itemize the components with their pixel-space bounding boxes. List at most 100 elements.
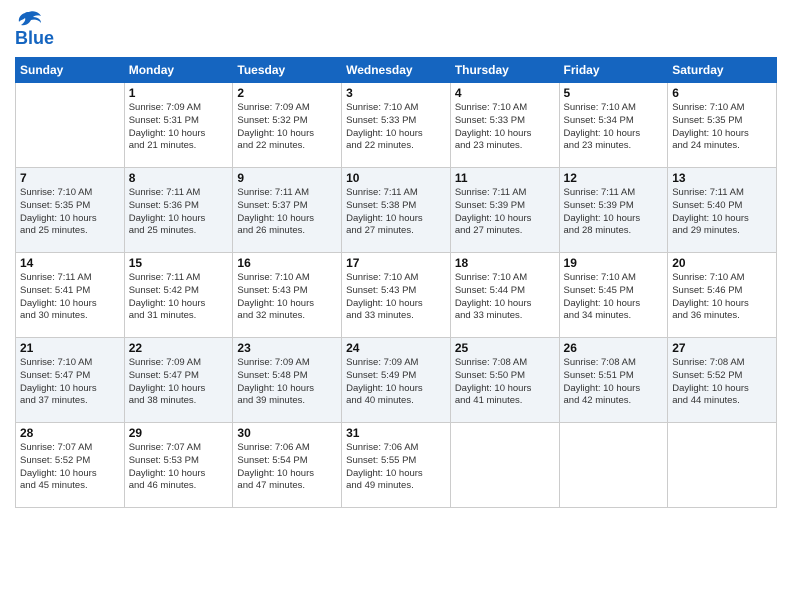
week-row-3: 14Sunrise: 7:11 AM Sunset: 5:41 PM Dayli… [16, 253, 777, 338]
weekday-header-tuesday: Tuesday [233, 58, 342, 83]
day-number: 28 [20, 426, 120, 440]
header: Blue [15, 10, 777, 49]
calendar-cell: 13 Sunrise: 7:11 AM Sunset: 5:40 PM Dayli… [668, 168, 777, 253]
day-number: 2 [237, 86, 337, 100]
cell-info: Sunrise: 7:06 AM Sunset: 5:55 PM Dayligh… [346, 442, 423, 491]
calendar-cell: 19 Sunrise: 7:10 AM Sunset: 5:45 PM Dayli… [559, 253, 668, 338]
logo: Blue [15, 10, 54, 49]
day-number: 22 [129, 341, 229, 355]
cell-info: Sunrise: 7:10 AM Sunset: 5:35 PM Dayligh… [672, 102, 749, 151]
cell-info: Sunrise: 7:11 AM Sunset: 5:40 PM Dayligh… [672, 187, 749, 236]
calendar-cell: 28 Sunrise: 7:07 AM Sunset: 5:52 PM Dayli… [16, 423, 125, 508]
calendar-cell: 4Sunrise: 7:10 AM Sunset: 5:33 PM Daylig… [450, 83, 559, 168]
cell-info: Sunrise: 7:09 AM Sunset: 5:49 PM Dayligh… [346, 357, 423, 406]
calendar-cell: 25Sunrise: 7:08 AM Sunset: 5:50 PM Dayli… [450, 338, 559, 423]
day-number: 16 [237, 256, 337, 270]
calendar-cell: 24 Sunrise: 7:09 AM Sunset: 5:49 PM Dayli… [342, 338, 451, 423]
cell-info: Sunrise: 7:06 AM Sunset: 5:54 PM Dayligh… [237, 442, 314, 491]
calendar-cell: 2 Sunrise: 7:09 AM Sunset: 5:32 PM Daylig… [233, 83, 342, 168]
calendar-cell: 7Sunrise: 7:10 AM Sunset: 5:35 PM Daylig… [16, 168, 125, 253]
calendar-cell: 18 Sunrise: 7:10 AM Sunset: 5:44 PM Dayli… [450, 253, 559, 338]
cell-info: Sunrise: 7:10 AM Sunset: 5:35 PM Dayligh… [20, 187, 97, 236]
calendar-cell: 27Sunrise: 7:08 AM Sunset: 5:52 PM Dayli… [668, 338, 777, 423]
weekday-header-saturday: Saturday [668, 58, 777, 83]
cell-info: Sunrise: 7:11 AM Sunset: 5:39 PM Dayligh… [564, 187, 641, 236]
day-number: 17 [346, 256, 446, 270]
cell-info: Sunrise: 7:09 AM Sunset: 5:47 PM Dayligh… [129, 357, 206, 406]
day-number: 24 [346, 341, 446, 355]
cell-info: Sunrise: 7:10 AM Sunset: 5:45 PM Dayligh… [564, 272, 641, 321]
cell-info: Sunrise: 7:07 AM Sunset: 5:53 PM Dayligh… [129, 442, 206, 491]
day-number: 1 [129, 86, 229, 100]
weekday-header-monday: Monday [124, 58, 233, 83]
cell-info: Sunrise: 7:09 AM Sunset: 5:48 PM Dayligh… [237, 357, 314, 406]
calendar-cell: 5 Sunrise: 7:10 AM Sunset: 5:34 PM Daylig… [559, 83, 668, 168]
calendar-cell [16, 83, 125, 168]
day-number: 20 [672, 256, 772, 270]
calendar-cell: 14Sunrise: 7:11 AM Sunset: 5:41 PM Dayli… [16, 253, 125, 338]
calendar-cell: 29 Sunrise: 7:07 AM Sunset: 5:53 PM Dayli… [124, 423, 233, 508]
cell-info: Sunrise: 7:10 AM Sunset: 5:43 PM Dayligh… [237, 272, 314, 321]
day-number: 13 [672, 171, 772, 185]
day-number: 19 [564, 256, 664, 270]
cell-info: Sunrise: 7:07 AM Sunset: 5:52 PM Dayligh… [20, 442, 97, 491]
calendar-table: SundayMondayTuesdayWednesdayThursdayFrid… [15, 57, 777, 508]
cell-info: Sunrise: 7:09 AM Sunset: 5:31 PM Dayligh… [129, 102, 206, 151]
day-number: 3 [346, 86, 446, 100]
calendar-cell [559, 423, 668, 508]
cell-info: Sunrise: 7:11 AM Sunset: 5:37 PM Dayligh… [237, 187, 314, 236]
calendar-cell: 31 Sunrise: 7:06 AM Sunset: 5:55 PM Dayli… [342, 423, 451, 508]
cell-info: Sunrise: 7:11 AM Sunset: 5:36 PM Dayligh… [129, 187, 206, 236]
day-number: 29 [129, 426, 229, 440]
calendar-cell: 16 Sunrise: 7:10 AM Sunset: 5:43 PM Dayli… [233, 253, 342, 338]
day-number: 5 [564, 86, 664, 100]
cell-info: Sunrise: 7:11 AM Sunset: 5:38 PM Dayligh… [346, 187, 423, 236]
day-number: 14 [20, 256, 120, 270]
calendar-cell: 15 Sunrise: 7:11 AM Sunset: 5:42 PM Dayli… [124, 253, 233, 338]
cell-info: Sunrise: 7:10 AM Sunset: 5:47 PM Dayligh… [20, 357, 97, 406]
calendar-cell: 26 Sunrise: 7:08 AM Sunset: 5:51 PM Dayli… [559, 338, 668, 423]
week-row-5: 28 Sunrise: 7:07 AM Sunset: 5:52 PM Dayli… [16, 423, 777, 508]
cell-info: Sunrise: 7:11 AM Sunset: 5:39 PM Dayligh… [455, 187, 532, 236]
calendar-cell: 12 Sunrise: 7:11 AM Sunset: 5:39 PM Dayli… [559, 168, 668, 253]
cell-info: Sunrise: 7:11 AM Sunset: 5:42 PM Dayligh… [129, 272, 206, 321]
cell-info: Sunrise: 7:10 AM Sunset: 5:33 PM Dayligh… [455, 102, 532, 151]
day-number: 8 [129, 171, 229, 185]
week-row-1: 1 Sunrise: 7:09 AM Sunset: 5:31 PM Daylig… [16, 83, 777, 168]
cell-info: Sunrise: 7:10 AM Sunset: 5:44 PM Dayligh… [455, 272, 532, 321]
day-number: 6 [672, 86, 772, 100]
logo-blue-label: Blue [15, 28, 54, 49]
day-number: 18 [455, 256, 555, 270]
day-number: 15 [129, 256, 229, 270]
weekday-header-sunday: Sunday [16, 58, 125, 83]
cell-info: Sunrise: 7:10 AM Sunset: 5:46 PM Dayligh… [672, 272, 749, 321]
calendar-cell: 20 Sunrise: 7:10 AM Sunset: 5:46 PM Dayli… [668, 253, 777, 338]
cell-info: Sunrise: 7:08 AM Sunset: 5:50 PM Dayligh… [455, 357, 532, 406]
page: Blue SundayMondayTuesdayWednesdayThursda… [0, 0, 792, 612]
calendar-cell: 3Sunrise: 7:10 AM Sunset: 5:33 PM Daylig… [342, 83, 451, 168]
cell-info: Sunrise: 7:08 AM Sunset: 5:51 PM Dayligh… [564, 357, 641, 406]
day-number: 11 [455, 171, 555, 185]
day-number: 26 [564, 341, 664, 355]
weekday-header-row: SundayMondayTuesdayWednesdayThursdayFrid… [16, 58, 777, 83]
cell-info: Sunrise: 7:10 AM Sunset: 5:43 PM Dayligh… [346, 272, 423, 321]
calendar-cell: 6 Sunrise: 7:10 AM Sunset: 5:35 PM Daylig… [668, 83, 777, 168]
week-row-4: 21 Sunrise: 7:10 AM Sunset: 5:47 PM Dayli… [16, 338, 777, 423]
cell-info: Sunrise: 7:10 AM Sunset: 5:34 PM Dayligh… [564, 102, 641, 151]
calendar-cell: 10 Sunrise: 7:11 AM Sunset: 5:38 PM Dayli… [342, 168, 451, 253]
day-number: 21 [20, 341, 120, 355]
day-number: 9 [237, 171, 337, 185]
calendar-cell: 30 Sunrise: 7:06 AM Sunset: 5:54 PM Dayli… [233, 423, 342, 508]
week-row-2: 7Sunrise: 7:10 AM Sunset: 5:35 PM Daylig… [16, 168, 777, 253]
weekday-header-friday: Friday [559, 58, 668, 83]
day-number: 10 [346, 171, 446, 185]
day-number: 31 [346, 426, 446, 440]
day-number: 30 [237, 426, 337, 440]
day-number: 12 [564, 171, 664, 185]
day-number: 23 [237, 341, 337, 355]
calendar-cell: 8 Sunrise: 7:11 AM Sunset: 5:36 PM Daylig… [124, 168, 233, 253]
calendar-cell: 21 Sunrise: 7:10 AM Sunset: 5:47 PM Dayli… [16, 338, 125, 423]
weekday-header-thursday: Thursday [450, 58, 559, 83]
cell-info: Sunrise: 7:08 AM Sunset: 5:52 PM Dayligh… [672, 357, 749, 406]
cell-info: Sunrise: 7:09 AM Sunset: 5:32 PM Dayligh… [237, 102, 314, 151]
